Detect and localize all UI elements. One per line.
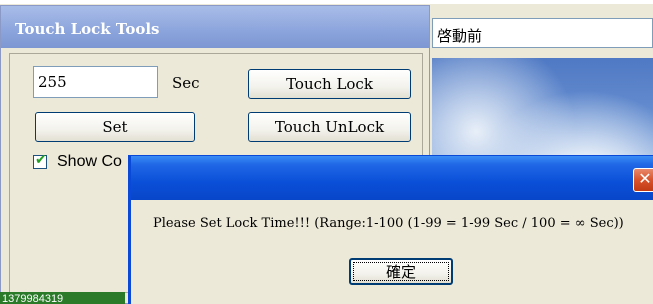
focus-rectangle	[353, 262, 449, 281]
show-checkbox[interactable]: ✔	[33, 152, 47, 169]
dialog-title-bar[interactable]	[131, 156, 653, 200]
ok-button[interactable]: 確定	[349, 258, 453, 285]
dialog-message: Please Set Lock Time!!! (Range:1-100 (1-…	[153, 216, 624, 231]
message-dialog: ✕ Please Set Lock Time!!! (Range:1-100 (…	[128, 155, 653, 304]
touch-lock-button[interactable]: Touch Lock	[248, 69, 411, 99]
top-background-strip	[0, 0, 653, 4]
show-checkbox-label: Show Co	[57, 153, 122, 170]
window-title: Touch Lock Tools	[1, 6, 429, 48]
background-text-field[interactable]: 啓動前	[432, 18, 653, 48]
close-icon[interactable]: ✕	[633, 168, 653, 192]
set-button[interactable]: Set	[35, 112, 195, 142]
checkmark-icon: ✔	[35, 152, 47, 168]
taskbar-text: 1379984319	[0, 292, 125, 304]
touch-unlock-button[interactable]: Touch UnLock	[248, 112, 411, 142]
seconds-input[interactable]: 255	[33, 66, 158, 98]
seconds-unit-label: Sec	[172, 74, 200, 92]
